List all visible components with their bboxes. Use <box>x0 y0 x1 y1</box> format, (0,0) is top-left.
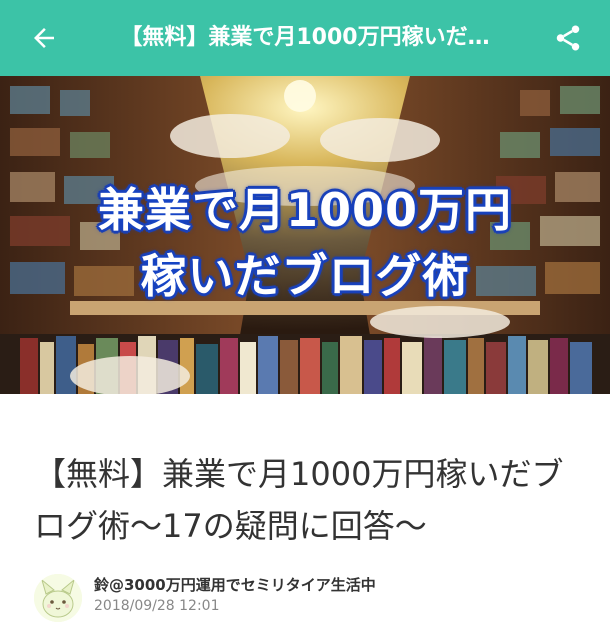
back-button[interactable] <box>24 18 64 58</box>
hero-heading-line1: 兼業で月1000万円 <box>97 183 513 237</box>
author-name[interactable]: 鈴@3000万円運用でセミリタイア生活中 <box>94 574 376 595</box>
avatar[interactable] <box>34 574 82 622</box>
hero-image: 兼業で月1000万円 稼いだブログ術 <box>0 76 610 394</box>
share-button[interactable] <box>548 18 588 58</box>
author-block[interactable]: 鈴@3000万円運用でセミリタイア生活中 2018/09/28 12:01 <box>34 574 594 624</box>
hero-heading-line2: 稼いだブログ術 <box>140 249 470 303</box>
app-bar: 【無料】兼業で月1000万円稼いだ… <box>0 0 610 76</box>
avatar-icon <box>34 574 82 622</box>
share-icon <box>556 25 580 51</box>
page-title: 【無料】兼業で月1000万円稼いだ… <box>120 25 490 50</box>
article-title: 【無料】兼業で月1000万円稼いだブログ術〜17の疑問に回答〜 <box>34 455 564 545</box>
publish-date: 2018/09/28 12:01 <box>94 598 220 614</box>
arrow-left-icon <box>34 28 54 48</box>
